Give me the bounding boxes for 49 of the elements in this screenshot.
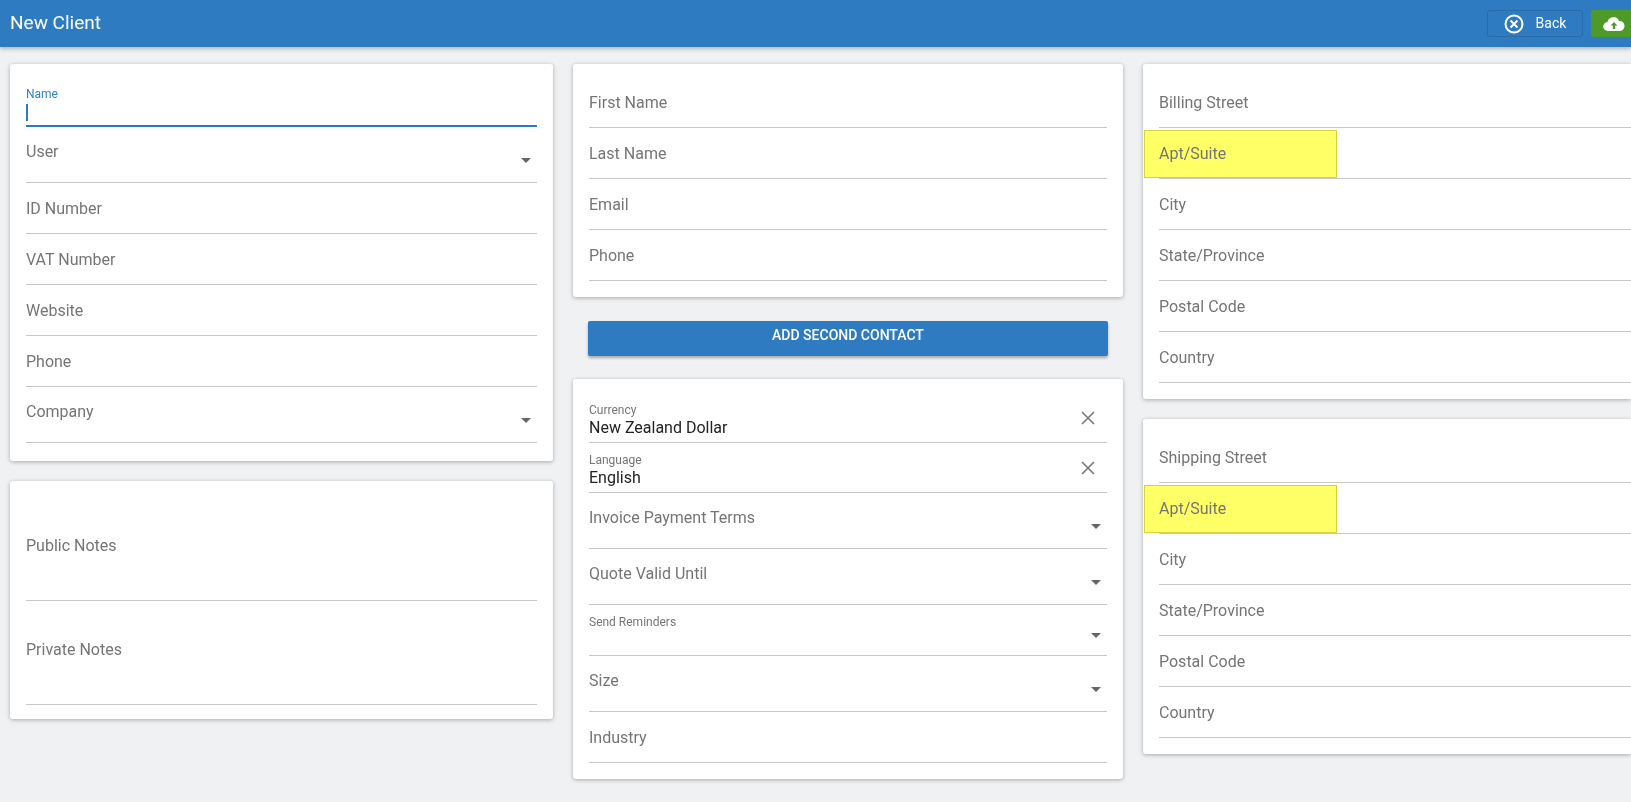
field-label[interactable]: Website: [26, 299, 84, 323]
close-icon: [1503, 13, 1524, 34]
field-label[interactable]: Apt/Suite: [1144, 130, 1338, 178]
add-contact-button[interactable]: ADD SECOND CONTACT: [588, 321, 1108, 356]
field-label[interactable]: VAT Number: [26, 248, 116, 272]
caret-icon: [1091, 633, 1101, 638]
field-label[interactable]: ID Number: [26, 197, 102, 221]
field-label[interactable]: Postal Code: [1159, 650, 1246, 674]
close-icon[interactable]: [1081, 410, 1095, 425]
field-label[interactable]: Industry: [589, 726, 647, 750]
caret-icon: [1091, 580, 1101, 585]
select-field[interactable]: Size: [589, 656, 1107, 712]
field-label[interactable]: Apt/Suite: [1144, 485, 1338, 533]
field-label[interactable]: City: [1159, 548, 1187, 572]
upload-button[interactable]: [1591, 10, 1631, 37]
caret-icon: [521, 418, 531, 423]
caret-icon: [521, 158, 531, 163]
field-label[interactable]: Public Notes: [26, 533, 117, 558]
field-label: Currency: [589, 403, 638, 418]
field-label: Language: [589, 453, 642, 468]
select-field[interactable]: Invoice Payment Terms: [589, 493, 1107, 549]
field-value[interactable]: New Zealand Dollar: [589, 418, 728, 438]
caret-icon: [1091, 524, 1101, 529]
field-label[interactable]: Country: [1159, 346, 1215, 370]
page-title: New Client: [10, 10, 101, 37]
text-cursor: [26, 104, 28, 121]
back-button[interactable]: Back: [1487, 10, 1583, 37]
field-label[interactable]: First Name: [589, 91, 668, 115]
field-value[interactable]: English: [589, 468, 642, 488]
field-label[interactable]: State/Province: [1159, 244, 1265, 268]
field-label[interactable]: Country: [1159, 701, 1215, 725]
field-label[interactable]: Shipping Street: [1159, 446, 1268, 470]
select-field[interactable]: Send Reminders: [589, 605, 1107, 656]
select-field[interactable]: Quote Valid Until: [589, 549, 1107, 605]
field-label[interactable]: Phone: [26, 350, 72, 374]
field-label[interactable]: Email: [589, 193, 629, 217]
field-label[interactable]: State/Province: [1159, 599, 1265, 623]
field-label: Name: [26, 88, 59, 100]
select-field[interactable]: Company: [26, 387, 537, 443]
field-label[interactable]: City: [1159, 193, 1187, 217]
cloud-upload-icon: [1603, 15, 1625, 32]
select-field[interactable]: User: [26, 127, 537, 183]
field-label[interactable]: Last Name: [589, 142, 667, 166]
close-icon[interactable]: [1081, 460, 1095, 475]
field-label[interactable]: Postal Code: [1159, 295, 1246, 319]
field-label[interactable]: Phone: [589, 244, 635, 268]
field-label[interactable]: Billing Street: [1159, 91, 1249, 115]
caret-icon: [1091, 687, 1101, 692]
field-label[interactable]: Private Notes: [26, 637, 122, 662]
